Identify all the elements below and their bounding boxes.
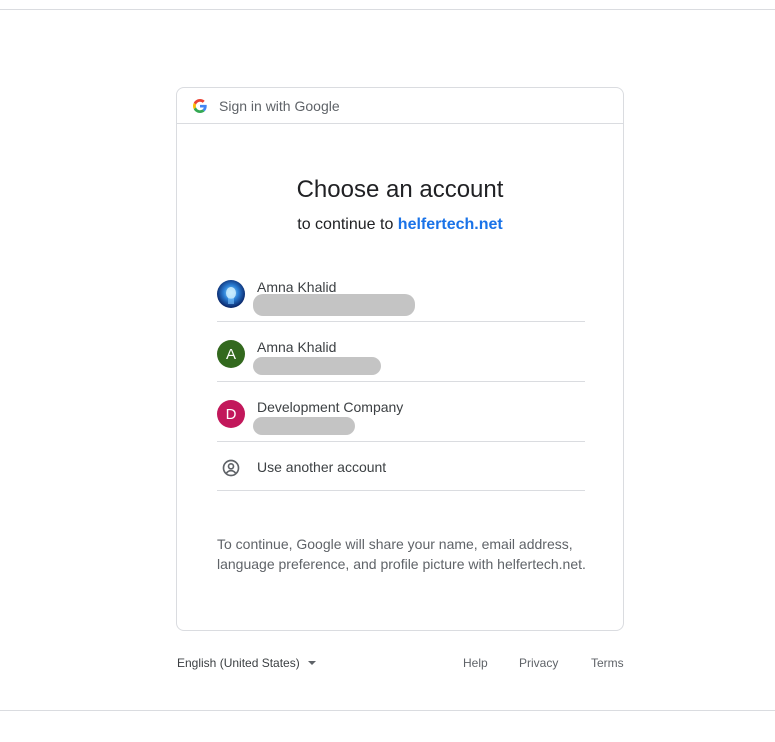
privacy-disclaimer: To continue, Google will share your name… bbox=[217, 536, 586, 572]
avatar bbox=[217, 280, 245, 308]
account-item[interactable]: D Development Company bbox=[217, 382, 585, 442]
account-circle-icon bbox=[222, 459, 240, 477]
account-item[interactable]: Amna Khalid bbox=[217, 262, 585, 322]
header-title: Sign in with Google bbox=[219, 97, 340, 114]
site-link[interactable]: helfertech.net bbox=[398, 216, 503, 233]
sign-in-card: Sign in with Google Choose an account to… bbox=[176, 87, 624, 631]
google-logo-icon bbox=[193, 98, 207, 113]
terms-link[interactable]: Terms bbox=[591, 656, 624, 670]
avatar: D bbox=[217, 400, 245, 428]
caret-down-icon bbox=[307, 661, 316, 665]
redacted-email bbox=[253, 417, 355, 435]
use-another-account-label: Use another account bbox=[257, 459, 387, 475]
language-selector[interactable]: English (United States) bbox=[177, 656, 316, 670]
account-name: Development Company bbox=[257, 399, 404, 415]
redacted-email bbox=[253, 294, 415, 316]
language-label: English (United States) bbox=[177, 656, 300, 670]
use-another-account-button[interactable]: Use another account bbox=[217, 442, 585, 491]
help-link[interactable]: Help bbox=[463, 656, 488, 670]
top-divider bbox=[0, 9, 775, 10]
page-subtitle: to continue to helfertech.net bbox=[177, 216, 623, 234]
page-title: Choose an account bbox=[296, 176, 504, 203]
account-name: Amna Khalid bbox=[257, 279, 337, 295]
privacy-link[interactable]: Privacy bbox=[519, 656, 558, 670]
card-header: Sign in with Google bbox=[177, 88, 623, 124]
redacted-email bbox=[253, 357, 381, 375]
account-item[interactable]: A Amna Khalid bbox=[217, 322, 585, 382]
avatar-photo-icon bbox=[226, 287, 236, 304]
footer: English (United States) Help Privacy Ter… bbox=[177, 656, 625, 672]
account-list: Amna Khalid A Amna Khalid D Development … bbox=[217, 262, 585, 491]
account-name: Amna Khalid bbox=[257, 339, 337, 355]
bottom-divider bbox=[0, 710, 775, 711]
avatar: A bbox=[217, 340, 245, 368]
subtitle-prefix: to continue to bbox=[297, 216, 394, 233]
